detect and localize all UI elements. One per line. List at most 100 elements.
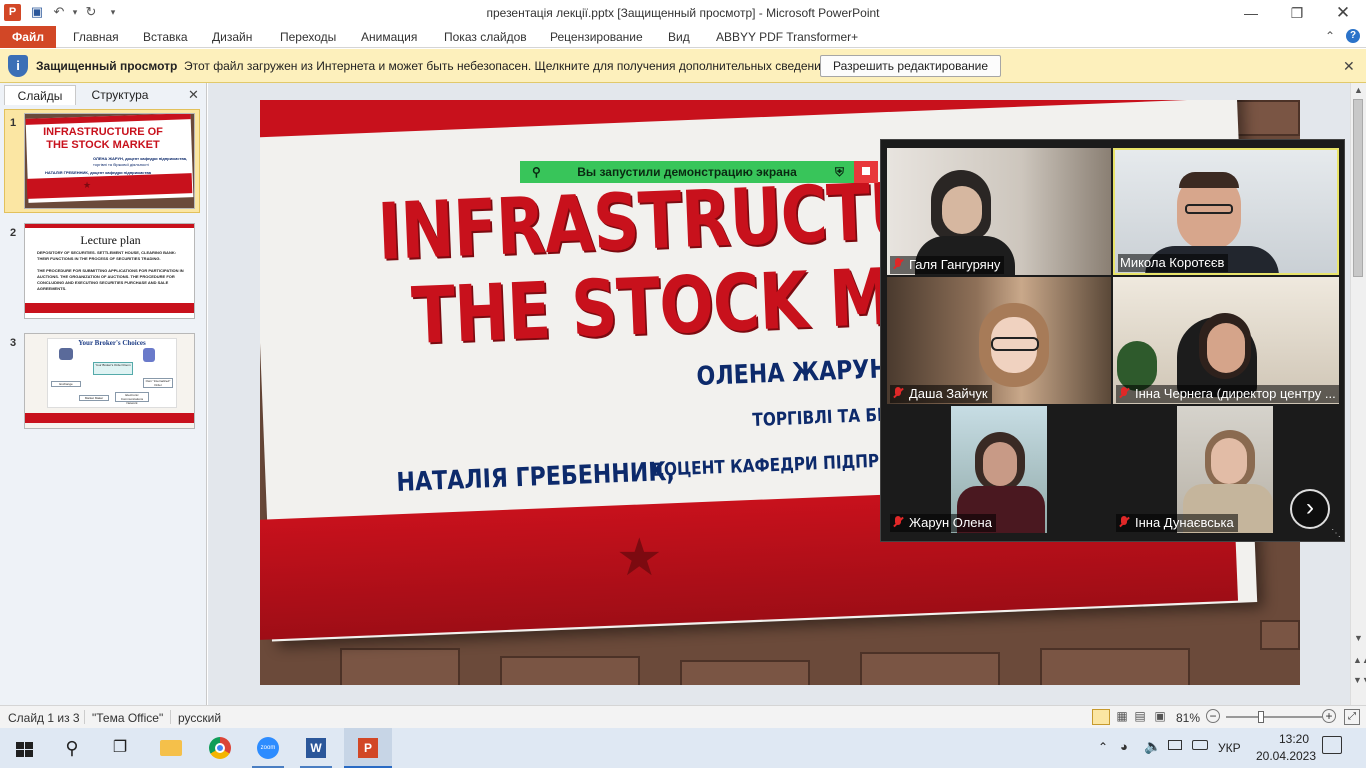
meet-now-icon[interactable] <box>1168 740 1182 750</box>
title-bar: P ▣ ↶ ▾ ↻ ▾ презентація лекції.pptx [Защ… <box>0 0 1366 26</box>
thumb2-bullet-1: DEPOSITORY OF SECURITIES. SETTLEMENT HOU… <box>37 250 177 261</box>
participant-tile[interactable]: Галя Гангуряну <box>887 148 1111 275</box>
slide-thumb-2[interactable]: Lecture plan DEPOSITORY OF SECURITIES. S… <box>24 223 195 319</box>
protected-view-message[interactable]: Этот файл загружен из Интернета и может … <box>184 59 831 73</box>
zoom-out-icon[interactable]: − <box>1206 709 1220 723</box>
participant-name: Інна Чернега (директор центру ... <box>1116 385 1339 403</box>
tab-slides[interactable]: Слайды <box>4 85 76 105</box>
thumb3-center: Your Broker's Order Room <box>93 362 133 375</box>
close-message-bar-icon[interactable]: ✕ <box>1343 58 1355 75</box>
mic-muted-icon <box>892 258 904 270</box>
participant-name: Галя Гангуряну <box>890 256 1005 274</box>
next-slide-icon[interactable]: ▼▼ <box>1353 675 1366 685</box>
thumb3-node: Own "Internalized" Order <box>143 378 173 388</box>
tab-slideshow[interactable]: Показ слайдов <box>444 30 527 44</box>
participant-tile[interactable]: Микола Коротєєв <box>1113 148 1339 275</box>
help-icon[interactable]: ? <box>1346 29 1360 43</box>
tab-file[interactable]: Файл <box>0 26 56 48</box>
enable-editing-button[interactable]: Разрешить редактирование <box>820 55 1001 77</box>
tab-review[interactable]: Рецензирование <box>550 30 643 44</box>
zoom-level[interactable]: 81% <box>1176 711 1200 725</box>
participant-tile[interactable]: Даша Зайчук <box>887 277 1111 404</box>
zoom-video-panel[interactable]: Галя Гангуряну Микола Коротєєв Даша Зайч… <box>880 139 1345 542</box>
slide-thumb-1[interactable]: INFRASTRUCTURE OF THE STOCK MARKET ОЛЕНА… <box>24 113 195 209</box>
zoom-in-icon[interactable]: + <box>1322 709 1336 723</box>
close-pane-icon[interactable]: ✕ <box>188 87 199 103</box>
language-indicator[interactable]: русский <box>178 711 221 725</box>
slide-number: 2 <box>10 227 17 239</box>
participant-name: Даша Зайчук <box>890 385 992 403</box>
clock-time[interactable]: 13:20 <box>1266 732 1322 746</box>
participant-tile[interactable]: Інна Чернега (директор центру ... <box>1113 277 1339 404</box>
powerpoint-taskbar-icon[interactable]: P <box>344 728 392 768</box>
search-icon[interactable]: ⚲ <box>52 732 92 764</box>
participant-tile[interactable]: Жарун Олена <box>887 406 1111 533</box>
stop-share-button[interactable] <box>854 161 878 183</box>
clock-date[interactable]: 20.04.2023 <box>1250 749 1322 763</box>
notifications-icon[interactable] <box>1322 736 1342 754</box>
mic-muted-icon <box>892 387 904 399</box>
tab-transitions[interactable]: Переходы <box>280 30 336 44</box>
star-icon: ★ <box>616 529 663 587</box>
tab-design[interactable]: Дизайн <box>212 30 252 44</box>
chrome-icon[interactable] <box>200 732 240 764</box>
screen-share-label: Вы запустили демонстрацию экрана <box>577 165 797 179</box>
mic-muted-icon <box>1118 387 1130 399</box>
reading-view-icon[interactable]: ▤ <box>1132 709 1148 725</box>
resize-handle-icon[interactable]: ⋱ <box>1331 528 1341 539</box>
plant-icon <box>1117 341 1157 391</box>
minimize-button[interactable]: — <box>1228 0 1274 26</box>
slide-thumb-3[interactable]: Your Broker's Choices Your Broker's Orde… <box>24 333 195 429</box>
mic-muted-icon <box>892 516 904 528</box>
screen-share-bar[interactable]: ⚲ Вы запустили демонстрацию экрана ⛨ <box>520 161 854 183</box>
tab-insert[interactable]: Вставка <box>143 30 188 44</box>
thumb1-sub2: торгівлі та біржової діяльності <box>93 162 149 167</box>
volume-icon[interactable]: 🔈 <box>1144 738 1161 755</box>
minimize-ribbon-icon[interactable]: ⌃ <box>1325 29 1335 43</box>
slide-number: 3 <box>10 337 17 349</box>
next-page-button[interactable]: › <box>1290 489 1330 529</box>
tab-home[interactable]: Главная <box>73 30 119 44</box>
protected-view-title: Защищенный просмотр <box>36 59 178 73</box>
tab-outline[interactable]: Структура <box>82 85 158 105</box>
restore-button[interactable]: ❐ <box>1274 0 1320 26</box>
thumb3-node: Exchange <box>51 381 81 387</box>
slide-sorter-view-icon[interactable]: ▦ <box>1114 709 1130 725</box>
task-view-icon[interactable]: ❐ <box>100 732 140 764</box>
slideshow-view-icon[interactable]: ▣ <box>1152 709 1168 725</box>
scroll-thumb[interactable] <box>1353 99 1363 277</box>
fit-slide-icon[interactable]: ⤢ <box>1344 709 1360 725</box>
show-hidden-icons-icon[interactable]: ⌃ <box>1098 740 1108 754</box>
thumb1-sub1: ОЛЕНА ЖАРУН, доцент кафедри підприємства… <box>93 156 188 161</box>
scroll-down-arrow-icon[interactable]: ▼ <box>1354 633 1363 643</box>
thumb2-bullet-2: THE PROCEDURE FOR SUBMITTING APPLICATION… <box>37 268 184 291</box>
share-pin-icon[interactable]: ⚲ <box>532 161 541 183</box>
windows-start-icon[interactable] <box>4 732 44 764</box>
theme-name[interactable]: "Тема Office" <box>92 711 163 725</box>
prev-slide-icon[interactable]: ▲▲ <box>1353 655 1366 665</box>
close-button[interactable]: ✕ <box>1320 0 1366 26</box>
zoom-slider[interactable] <box>1226 711 1322 723</box>
participant-name: Жарун Олена <box>890 514 996 532</box>
protected-view-bar: i Защищенный просмотр Этот файл загружен… <box>0 49 1366 83</box>
participant-name: Інна Дунаєвська <box>1116 514 1238 532</box>
mic-muted-icon <box>1118 516 1130 528</box>
zoom-slider-thumb[interactable] <box>1258 711 1264 723</box>
tab-view[interactable]: Вид <box>668 30 690 44</box>
language-switcher[interactable]: УКР <box>1218 741 1241 755</box>
star-icon: ★ <box>83 180 92 190</box>
network-icon[interactable]: ◕ <box>1120 739 1128 754</box>
zoom-app-icon[interactable]: zoom <box>248 732 288 764</box>
participant-name: Микола Коротєєв <box>1118 254 1229 272</box>
normal-view-icon[interactable] <box>1092 709 1110 725</box>
vertical-scrollbar[interactable]: ▲ ▼ ▲▲ ▼▼ <box>1350 83 1366 705</box>
security-shield-icon: ⛨ <box>834 165 844 179</box>
tab-animation[interactable]: Анимация <box>361 30 417 44</box>
file-explorer-icon[interactable] <box>150 732 190 764</box>
ribbon: Главная Вставка Дизайн Переходы Анимация… <box>0 26 1366 48</box>
thumb3-title: Your Broker's Choices <box>78 339 146 347</box>
word-icon[interactable]: W <box>296 732 336 764</box>
scroll-up-arrow-icon[interactable]: ▲ <box>1354 85 1363 95</box>
keyboard-icon[interactable] <box>1192 740 1208 750</box>
tab-abbyy[interactable]: ABBYY PDF Transformer+ <box>716 30 858 44</box>
